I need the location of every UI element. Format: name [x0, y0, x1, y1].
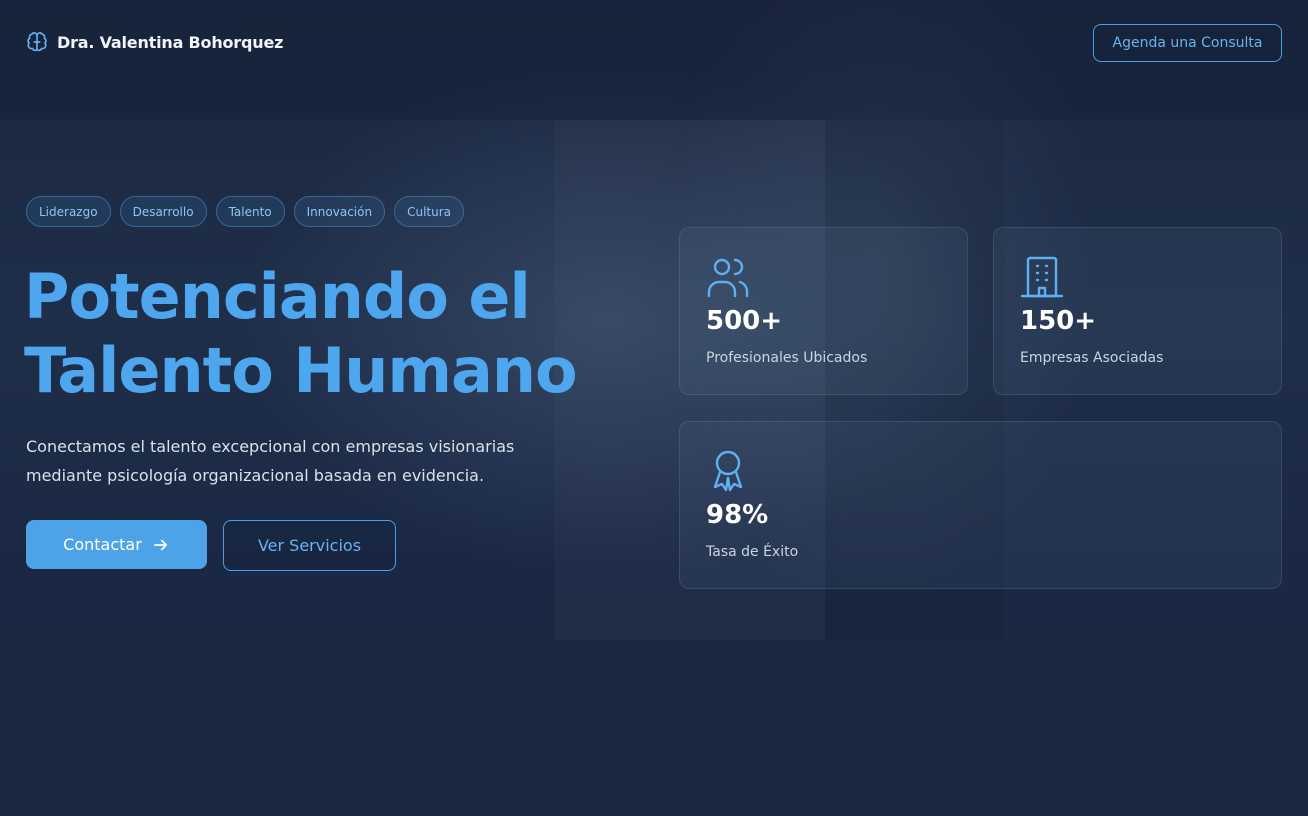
contact-button-label: Contactar — [63, 535, 142, 554]
tag-cultura: Cultura — [394, 196, 464, 227]
brand[interactable]: Dra. Valentina Bohorquez — [26, 31, 283, 53]
brain-icon — [27, 32, 47, 52]
stat-label: Tasa de Éxito — [706, 544, 799, 560]
arrow-right-icon — [153, 539, 167, 550]
tag-liderazgo: Liderazgo — [26, 196, 111, 227]
stat-card-professionals: 500+ Profesionales Ubicados — [679, 227, 968, 395]
hero-subtitle-line-1: Conectamos el talento excepcional con em… — [26, 437, 515, 456]
tag-innovacion: Innovación — [293, 196, 386, 227]
hero-subtitle-line-2: mediante psicología organizacional basad… — [26, 466, 485, 485]
stat-card-success-rate: 98% Tasa de Éxito — [679, 421, 1282, 589]
stat-label: Profesionales Ubicados — [706, 350, 868, 366]
tag-talento: Talento — [215, 196, 285, 227]
hero-title-line-1: Potenciando el — [24, 260, 531, 333]
stat-card-companies: 150+ Empresas Asociadas — [993, 227, 1282, 395]
tag-list: Liderazgo Desarrollo Talento Innovación … — [26, 196, 464, 227]
stat-value: 500+ — [706, 306, 783, 336]
hero-subtitle: Conectamos el talento excepcional con em… — [26, 432, 606, 490]
page-background — [0, 0, 1308, 816]
stat-label: Empresas Asociadas — [1020, 350, 1164, 366]
brand-name: Dra. Valentina Bohorquez — [57, 32, 284, 52]
users-icon — [707, 258, 749, 298]
stat-value: 150+ — [1020, 306, 1097, 336]
view-services-button[interactable]: Ver Servicios — [223, 520, 396, 571]
hero-title: Potenciando el Talento Humano — [24, 260, 624, 408]
stat-value: 98% — [706, 500, 769, 530]
tag-desarrollo: Desarrollo — [119, 196, 207, 227]
schedule-consultation-button[interactable]: Agenda una Consulta — [1093, 24, 1282, 62]
building-icon — [1020, 256, 1064, 298]
hero-title-line-2: Talento Humano — [24, 334, 578, 407]
contact-button[interactable]: Contactar — [26, 520, 207, 569]
award-icon — [713, 450, 743, 492]
